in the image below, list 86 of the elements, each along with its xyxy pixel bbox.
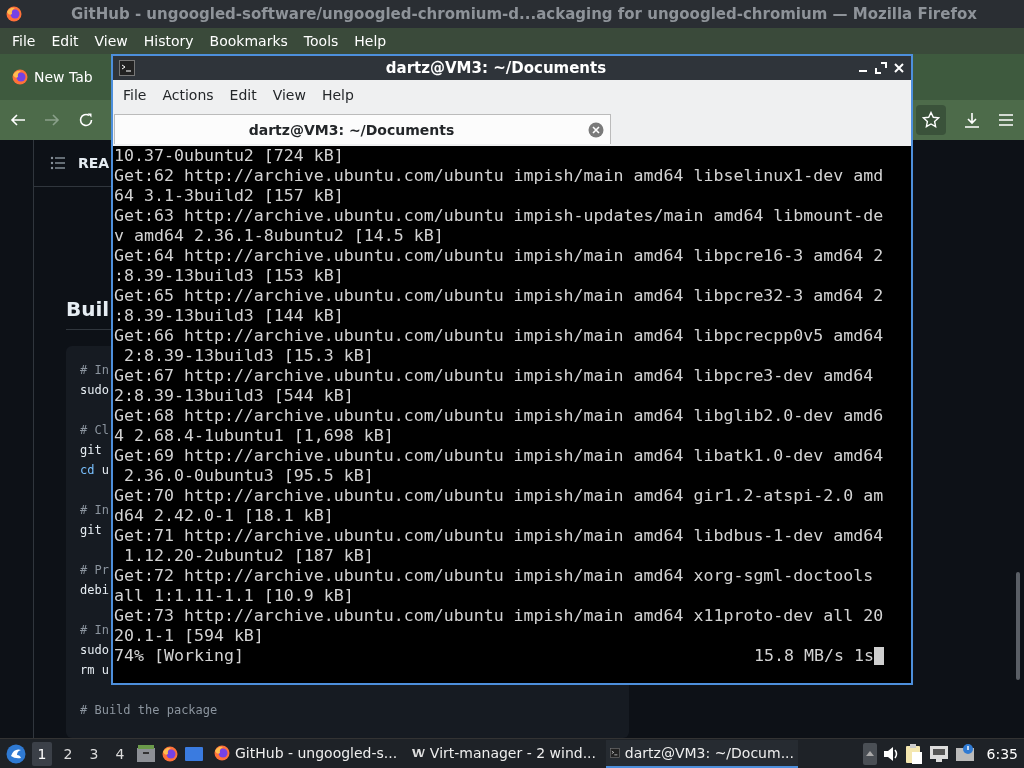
terminal-line: Get:67 http://archive.ubuntu.com/ubuntu impish/main amd64 libpcre3-dev amd64 xyxy=(114,366,875,386)
terminal-line: Get:63 http://archive.ubuntu.com/ubuntu impish-updates/main amd64 libmount-de xyxy=(114,206,885,226)
menu-item[interactable]: File xyxy=(4,33,44,49)
terminal-line: 2:8.39-13build3 [15.3 kB] xyxy=(123,346,375,366)
terminal-line: 10.37-0ubuntu2 [724 kB] xyxy=(114,146,345,166)
code-line: debi xyxy=(80,582,109,599)
download-icon[interactable] xyxy=(964,112,980,128)
terminal-line: 2.36.0-0ubuntu3 [95.5 kB] xyxy=(123,466,375,486)
terminal-line: 4 2.68.4-1ubuntu1 [1,698 kB] xyxy=(114,426,395,446)
terminal-icon xyxy=(119,60,135,76)
clock: 6:35 xyxy=(985,746,1018,762)
terminal-line: 1.12.20-2ubuntu2 [187 kB] xyxy=(123,546,375,566)
terminal-line: Get:71 http://archive.ubuntu.com/ubuntu impish/main amd64 libdbus-1-dev amd64 xyxy=(114,526,885,546)
code-comment: # Cl xyxy=(80,422,109,439)
menu-item[interactable]: Tools xyxy=(295,33,347,49)
terminal-line: Get:69 http://archive.ubuntu.com/ubuntu impish/main amd64 libatk1.0-dev amd64 xyxy=(114,446,885,466)
terminal-line: 64 3.1-3build2 [157 kB] xyxy=(114,186,345,206)
browser-icon xyxy=(214,745,230,761)
code-line: git xyxy=(80,522,102,539)
menu-item[interactable]: View xyxy=(86,33,136,49)
terminal-line: v amd64 2.36.1-8ubuntu2 [14.5 kB] xyxy=(114,226,445,246)
workspace-button[interactable]: 2 xyxy=(58,742,78,766)
terminal-tab[interactable]: dartz@VM3: ~/Documents xyxy=(114,114,611,144)
code-comment: # Pr xyxy=(80,562,109,579)
reload-icon[interactable] xyxy=(78,112,94,128)
progress-text: 74% [Working] xyxy=(114,646,244,666)
list-icon[interactable] xyxy=(50,155,66,171)
menu-item[interactable]: Bookmarks xyxy=(201,33,296,49)
workspace-button[interactable]: 1 xyxy=(32,742,52,766)
outline-label: REA xyxy=(78,155,110,171)
task-button[interactable]: GitHub - ungoogled-s... xyxy=(210,740,402,768)
terminal-line: Get:68 http://archive.ubuntu.com/ubuntu impish/main amd64 libglib2.0-dev amd6 xyxy=(114,406,885,426)
menu-icon[interactable] xyxy=(998,112,1014,128)
volume-icon[interactable] xyxy=(882,745,899,763)
code-line: git xyxy=(80,442,102,459)
code-line: rm u xyxy=(80,662,109,679)
maximize-icon[interactable] xyxy=(875,62,887,74)
scrollbar[interactable] xyxy=(1016,572,1020,680)
menu-item[interactable]: Actions xyxy=(154,87,222,103)
back-icon[interactable] xyxy=(10,112,26,128)
code-comment: # Build the package xyxy=(80,702,218,719)
code-comment: # In xyxy=(80,362,109,379)
terminal-line: Get:70 http://archive.ubuntu.com/ubuntu impish/main amd64 gir1.2-atspi-2.0 am xyxy=(114,486,885,506)
menu-item[interactable]: Edit xyxy=(221,87,265,103)
menu-item[interactable]: Edit xyxy=(43,33,87,49)
browser-icon xyxy=(6,6,22,22)
close-icon[interactable] xyxy=(893,62,905,74)
terminal-icon xyxy=(610,745,620,761)
notification-icon[interactable] xyxy=(954,744,975,764)
window-icon[interactable] xyxy=(184,744,204,764)
workspace-button[interactable]: 3 xyxy=(84,742,104,766)
window-title: dartz@VM3: ~/Documents xyxy=(384,59,608,77)
code-line: cd u xyxy=(80,462,109,479)
menu-item[interactable]: File xyxy=(115,87,155,103)
browser-icon xyxy=(12,69,28,85)
task-button[interactable]: dartz@VM3: ~/Docum... xyxy=(606,740,798,768)
file-cabinet-icon[interactable] xyxy=(136,744,156,764)
browser-tab[interactable]: New Tab xyxy=(8,69,97,85)
terminal-line: Get:72 http://archive.ubuntu.com/ubuntu impish/main amd64 xorg-sgml-doctools xyxy=(114,566,875,586)
start-menu-icon[interactable] xyxy=(6,744,26,764)
code-line: sudo xyxy=(80,642,109,659)
rate-text: 15.8 MB/s 1s xyxy=(754,646,874,666)
terminal-line: all 1:1.11-1.1 [10.9 kB] xyxy=(114,586,355,606)
browser-icon[interactable] xyxy=(162,746,178,762)
text-cursor xyxy=(874,647,884,665)
menu-item[interactable]: Help xyxy=(346,33,395,49)
workspace-button[interactable]: 4 xyxy=(110,742,130,766)
terminal-line: :8.39-13build3 [144 kB] xyxy=(114,306,345,326)
terminal-line: Get:73 http://archive.ubuntu.com/ubuntu impish/main amd64 x11proto-dev all 20 xyxy=(114,606,885,626)
menu-item[interactable]: History xyxy=(135,33,202,49)
terminal-line: 2:8.39-13build3 [544 kB] xyxy=(114,386,355,406)
menu-item[interactable]: View xyxy=(264,87,314,103)
terminal-line: d64 2.42.0-1 [18.1 kB] xyxy=(114,506,335,526)
network-icon[interactable] xyxy=(928,744,949,764)
code-comment: # In xyxy=(80,622,109,639)
terminal-line: Get:64 http://archive.ubuntu.com/ubuntu impish/main amd64 libpcre16-3 amd64 2 xyxy=(114,246,885,266)
menu-item[interactable]: Help xyxy=(313,87,362,103)
terminal-line: :8.39-13build3 [153 kB] xyxy=(114,266,345,286)
task-button[interactable]: Virt-manager - 2 wind... xyxy=(408,740,600,768)
code-line: sudo xyxy=(80,382,109,399)
clipboard-icon[interactable] xyxy=(904,743,923,765)
terminal-line: Get:62 http://archive.ubuntu.com/ubuntu impish/main amd64 libselinux1-dev amd xyxy=(114,166,885,186)
code-comment: # In xyxy=(80,502,109,519)
terminal-line: 20.1-1 [594 kB] xyxy=(114,626,265,646)
star-icon[interactable] xyxy=(922,111,940,129)
window-title: GitHub - ungoogled-software/ungoogled-chromium-d...ackaging for ungoogled-chromium — Mozilla Firefox xyxy=(70,5,978,23)
